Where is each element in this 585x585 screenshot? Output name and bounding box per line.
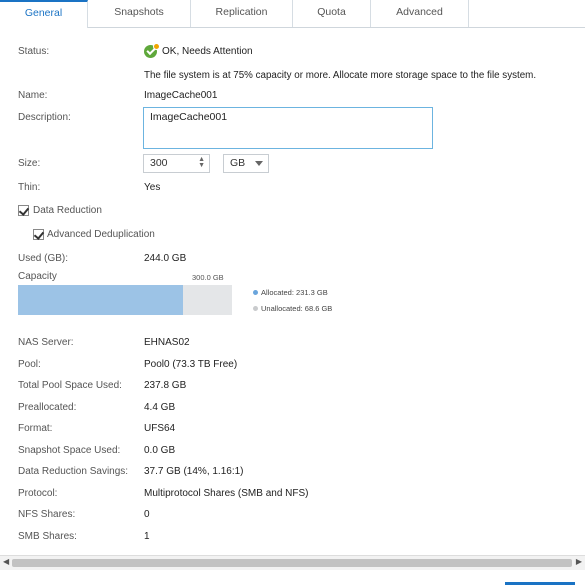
protocol-value: Multiprotocol Shares (SMB and NFS) bbox=[144, 488, 309, 499]
scrollbar-thumb[interactable] bbox=[12, 559, 572, 567]
nas-server-value: EHNAS02 bbox=[144, 337, 190, 348]
thin-label: Thin: bbox=[18, 182, 41, 193]
name-label: Name: bbox=[18, 90, 48, 101]
smb-shares-value: 1 bbox=[144, 531, 150, 542]
pool-value: Pool0 (73.3 TB Free) bbox=[144, 359, 238, 370]
used-label: Used (GB): bbox=[18, 253, 69, 264]
size-label: Size: bbox=[18, 158, 41, 169]
pool-label: Pool: bbox=[18, 359, 41, 370]
format-label: Format: bbox=[18, 423, 53, 434]
data-reduction-checkbox[interactable] bbox=[18, 205, 29, 216]
nfs-shares-value: 0 bbox=[144, 509, 150, 520]
chevron-down-icon bbox=[255, 161, 263, 166]
preallocated-label: Preallocated: bbox=[18, 402, 77, 413]
used-value: 244.0 GB bbox=[144, 253, 187, 264]
tab-replication[interactable]: Replication bbox=[191, 0, 293, 27]
capacity-allocated-fill bbox=[18, 285, 183, 315]
protocol-label: Protocol: bbox=[18, 488, 58, 499]
status-value: OK, Needs Attention bbox=[162, 46, 253, 57]
status-label: Status: bbox=[18, 46, 50, 57]
tab-general[interactable]: General bbox=[0, 0, 88, 28]
preallocated-value: 4.4 GB bbox=[144, 402, 176, 413]
capacity-bar bbox=[18, 285, 232, 315]
size-stepper[interactable]: 300 ▲ ▼ bbox=[143, 154, 210, 173]
format-value: UFS64 bbox=[144, 423, 176, 434]
scroll-right-icon[interactable]: ▶ bbox=[576, 557, 582, 566]
size-value: 300 bbox=[150, 157, 168, 169]
spinner-icon[interactable]: ▲ ▼ bbox=[198, 156, 205, 169]
snapshot-space-value: 0.0 GB bbox=[144, 445, 176, 456]
status-message: The file system is at 75% capacity or mo… bbox=[144, 70, 537, 81]
advanced-dedup-label: Advanced Deduplication bbox=[47, 229, 155, 240]
tab-bar: General Snapshots Replication Quota Adva… bbox=[0, 0, 585, 28]
description-field[interactable]: ImageCache001 bbox=[143, 107, 433, 149]
advanced-dedup-checkbox[interactable] bbox=[33, 229, 44, 240]
data-reduction-label: Data Reduction bbox=[33, 205, 102, 216]
data-reduction-savings-label: Data Reduction Savings: bbox=[18, 466, 129, 477]
unallocated-legend-label: Unallocated: 68.6 GB bbox=[261, 304, 333, 313]
capacity-label: Capacity bbox=[18, 271, 57, 282]
name-value: ImageCache001 bbox=[144, 90, 218, 101]
total-pool-space-value: 237.8 GB bbox=[144, 380, 187, 391]
size-unit-select[interactable]: GB bbox=[223, 154, 269, 173]
allocated-legend-dot bbox=[253, 290, 258, 295]
capacity-total-label: 300.0 GB bbox=[192, 273, 224, 282]
horizontal-scrollbar[interactable]: ◀ ▶ bbox=[0, 555, 585, 570]
size-unit-value: GB bbox=[230, 157, 246, 169]
nfs-shares-label: NFS Shares: bbox=[18, 509, 76, 520]
tab-quota[interactable]: Quota bbox=[293, 0, 371, 27]
smb-shares-label: SMB Shares: bbox=[18, 531, 77, 542]
scroll-left-icon[interactable]: ◀ bbox=[3, 557, 9, 566]
snapshot-space-label: Snapshot Space Used: bbox=[18, 445, 121, 456]
thin-value: Yes bbox=[144, 182, 161, 193]
nas-server-label: NAS Server: bbox=[18, 337, 74, 348]
description-label: Description: bbox=[18, 112, 71, 123]
tab-advanced[interactable]: Advanced bbox=[371, 0, 469, 27]
total-pool-space-label: Total Pool Space Used: bbox=[18, 380, 122, 391]
unallocated-legend-dot bbox=[253, 306, 258, 311]
allocated-legend-label: Allocated: 231.3 GB bbox=[261, 288, 328, 297]
status-attention-icon bbox=[153, 43, 160, 50]
data-reduction-savings-value: 37.7 GB (14%, 1.16:1) bbox=[144, 466, 244, 477]
tab-snapshots[interactable]: Snapshots bbox=[88, 0, 191, 27]
